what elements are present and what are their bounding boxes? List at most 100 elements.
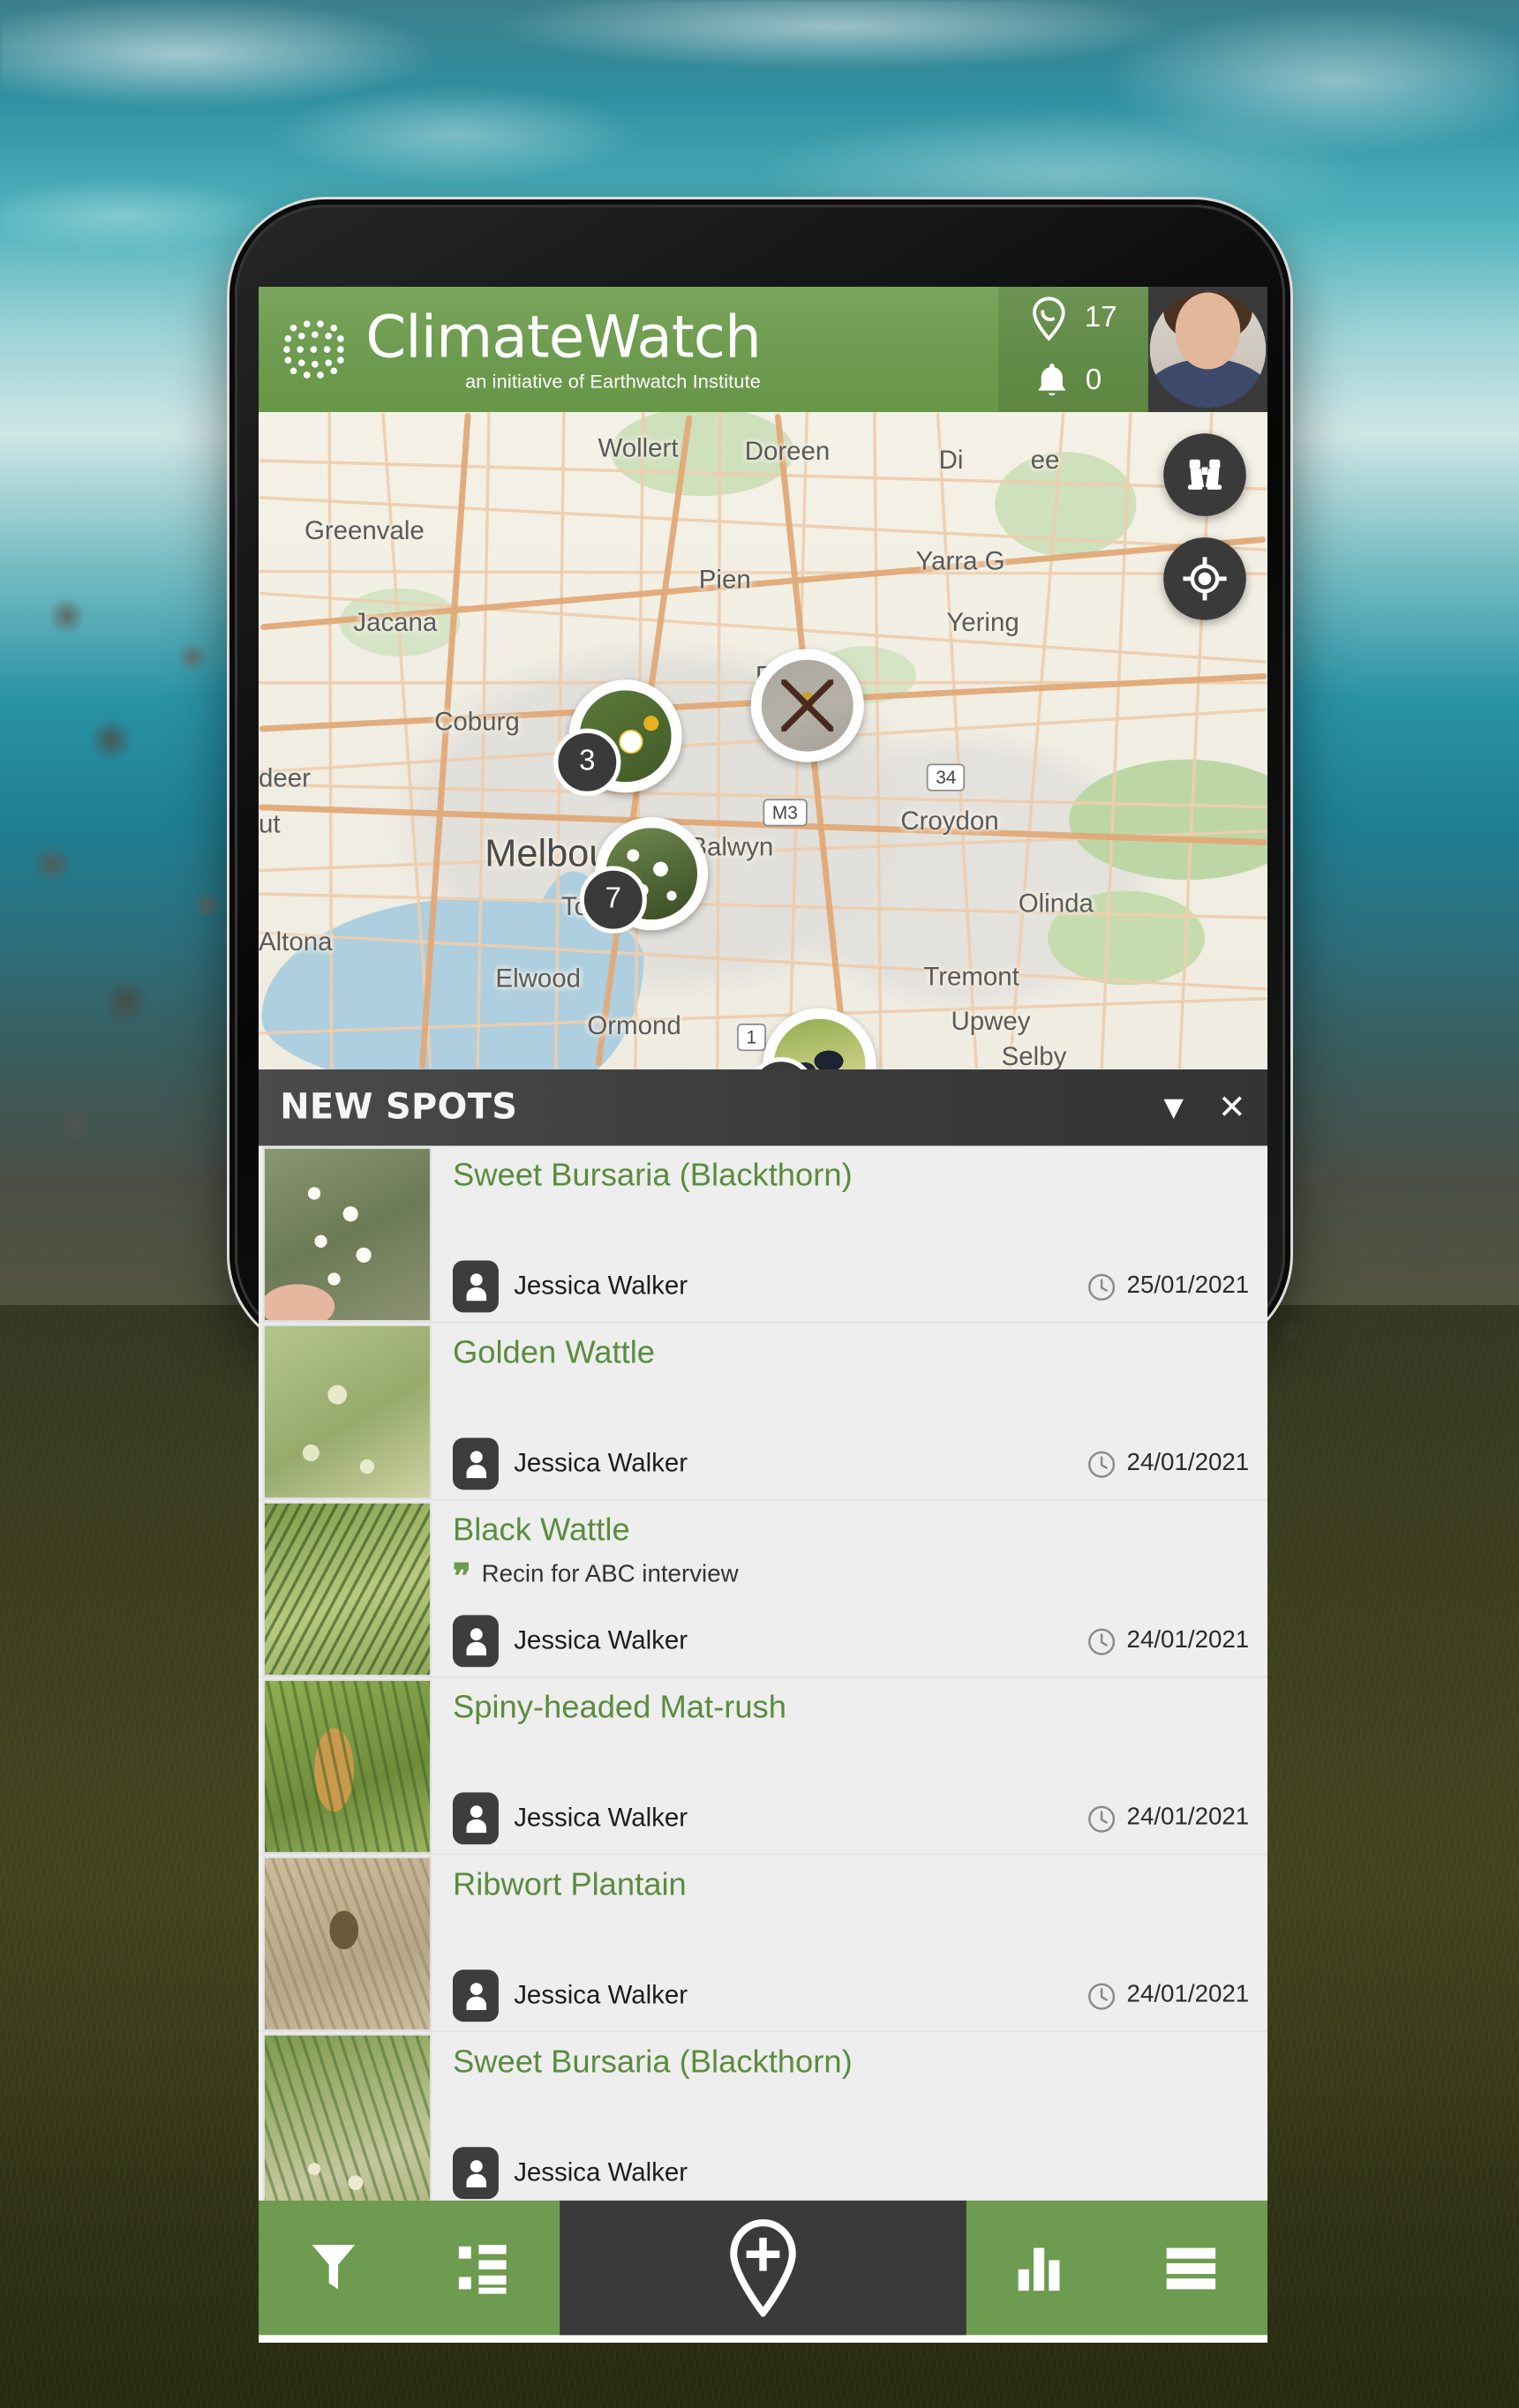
spot-note-text: Recin for ABC interview bbox=[482, 1562, 739, 1589]
spot-footer: Jessica Walker 25/01/2021 bbox=[453, 1261, 1249, 1313]
spot-count: 17 bbox=[1085, 301, 1117, 334]
brand-title: ClimateWatch bbox=[365, 308, 761, 366]
list-view-icon[interactable] bbox=[455, 2239, 513, 2297]
map-label: Elwood bbox=[495, 964, 581, 994]
map-label: Doreen bbox=[745, 437, 831, 468]
spot-body: Black Wattle ❞ Recin for ABC interview Jess… bbox=[432, 1500, 1267, 1676]
spot-body: Sweet Bursaria (Blackthorn) Jessica Walke… bbox=[432, 2032, 1267, 2201]
list-item[interactable]: Sweet Bursaria (Blackthorn) Jessica Walke… bbox=[259, 1146, 1267, 1324]
spot-date-wrap: 25/01/2021 bbox=[1087, 1272, 1250, 1301]
map-marker-spider[interactable] bbox=[751, 649, 864, 762]
chevron-down-icon[interactable]: ▼ bbox=[1157, 1091, 1191, 1124]
spot-date-wrap: 24/01/2021 bbox=[1087, 1804, 1250, 1833]
map-marker-cluster-4[interactable]: 4 bbox=[763, 1009, 876, 1069]
close-icon[interactable]: ✕ bbox=[1218, 1091, 1246, 1124]
new-spots-panel-header: NEW SPOTS ▼ ✕ bbox=[259, 1069, 1267, 1146]
clock-icon bbox=[1087, 1272, 1117, 1301]
person-icon bbox=[453, 2147, 499, 2199]
list-item[interactable]: Sweet Bursaria (Blackthorn) Jessica Walke… bbox=[259, 2032, 1267, 2201]
spot-date-wrap: 24/01/2021 bbox=[1087, 1626, 1250, 1655]
spot-body: Sweet Bursaria (Blackthorn) Jessica Walke… bbox=[432, 1146, 1267, 1322]
add-spot-pin-icon[interactable] bbox=[560, 2201, 966, 2335]
binoculars-icon[interactable] bbox=[1163, 433, 1246, 516]
notification-counter[interactable]: 0 bbox=[998, 349, 1148, 412]
spot-date: 25/01/2021 bbox=[1127, 1272, 1250, 1300]
map-label: Selby bbox=[1002, 1042, 1067, 1069]
clock-icon bbox=[1087, 1449, 1117, 1478]
locate-crosshair-icon[interactable] bbox=[1163, 537, 1246, 620]
marker-count-badge: 7 bbox=[580, 866, 647, 934]
map-label: Di bbox=[939, 446, 964, 476]
map-label: Yarra G bbox=[916, 546, 1005, 577]
hamburger-menu-icon[interactable] bbox=[1160, 2239, 1221, 2297]
globe-logo-icon bbox=[280, 316, 347, 383]
map-label: Yering bbox=[946, 608, 1019, 639]
person-icon bbox=[453, 1792, 499, 1844]
spot-title: Black Wattle bbox=[453, 1512, 1249, 1548]
list-item[interactable]: Ribwort Plantain Jessica Walker 24/01/2021 bbox=[259, 1855, 1267, 2032]
clock-icon bbox=[1087, 1804, 1117, 1833]
spot-footer: Jessica Walker 24/01/2021 bbox=[453, 1437, 1249, 1489]
map-label: ee bbox=[1031, 446, 1060, 476]
spot-note: ❞ Recin for ABC interview bbox=[453, 1562, 1249, 1589]
new-spots-list[interactable]: Sweet Bursaria (Blackthorn) Jessica Walke… bbox=[259, 1146, 1267, 2201]
header-counters: 17 0 bbox=[998, 287, 1148, 412]
spot-title: Sweet Bursaria (Blackthorn) bbox=[453, 2044, 1249, 2080]
spot-user: Jessica Walker bbox=[514, 2157, 688, 2188]
list-item[interactable]: Golden Wattle Jessica Walker 24/01/2021 bbox=[259, 1324, 1267, 1501]
spot-body: Ribwort Plantain Jessica Walker 24/01/2021 bbox=[432, 1855, 1267, 2030]
location-pin-icon bbox=[1030, 296, 1070, 341]
spot-footer: Jessica Walker 24/01/2021 bbox=[453, 1969, 1249, 2022]
map-label: Altona bbox=[259, 927, 332, 958]
notification-count: 0 bbox=[1086, 364, 1113, 397]
app-header: ClimateWatch an initiative of Earthwatch… bbox=[259, 287, 1267, 412]
marker-count-badge: 3 bbox=[553, 729, 620, 796]
person-icon bbox=[453, 1261, 499, 1313]
app-logo[interactable]: ClimateWatch an initiative of Earthwatch… bbox=[259, 308, 998, 391]
spot-user: Jessica Walker bbox=[514, 1980, 688, 2011]
spot-counter[interactable]: 17 bbox=[998, 287, 1148, 349]
spot-date: 24/01/2021 bbox=[1127, 1450, 1250, 1477]
avatar[interactable] bbox=[1148, 287, 1267, 412]
map-label: Upwey bbox=[951, 1007, 1031, 1038]
map-label: Jacana bbox=[353, 608, 437, 639]
list-item[interactable]: Spiny-headed Mat-rush Jessica Walker 24/01… bbox=[259, 1677, 1267, 1855]
map-route-shield: 1 bbox=[737, 1024, 765, 1051]
list-item[interactable]: Black Wattle ❞ Recin for ABC interview Jess… bbox=[259, 1500, 1267, 1677]
spot-date: 24/01/2021 bbox=[1127, 1982, 1250, 2009]
spot-title: Ribwort Plantain bbox=[453, 1867, 1249, 1902]
map-label: Wollert bbox=[598, 433, 678, 464]
map-label: Croydon bbox=[900, 806, 998, 837]
spot-thumbnail bbox=[263, 1857, 431, 2030]
nav-left-segment bbox=[259, 2201, 560, 2335]
clock-icon bbox=[1087, 1981, 1117, 2010]
spot-date: 24/01/2021 bbox=[1127, 1804, 1250, 1832]
panel-title: NEW SPOTS bbox=[280, 1088, 1130, 1128]
marker-thumbnail bbox=[762, 660, 853, 752]
clock-icon bbox=[1087, 1626, 1117, 1655]
bottom-nav bbox=[259, 2201, 1267, 2335]
spot-title: Golden Wattle bbox=[453, 1335, 1249, 1370]
map-route-shield: 34 bbox=[927, 763, 966, 791]
map-label: Ormond bbox=[587, 1011, 681, 1042]
bar-chart-icon[interactable] bbox=[1012, 2239, 1067, 2297]
map-marker-cluster-3[interactable]: 3 bbox=[569, 679, 682, 792]
filter-funnel-icon[interactable] bbox=[305, 2239, 360, 2297]
person-icon bbox=[453, 1615, 499, 1667]
map-label: Greenvale bbox=[305, 516, 425, 547]
screen-wrap: ClimateWatch an initiative of Earthwatch… bbox=[259, 287, 1267, 2343]
spot-body: Golden Wattle Jessica Walker 24/01/2021 bbox=[432, 1324, 1267, 1499]
spot-user: Jessica Walker bbox=[514, 1803, 688, 1834]
map-marker-cluster-7[interactable]: 7 bbox=[595, 817, 708, 930]
spot-thumbnail bbox=[263, 2034, 431, 2201]
map-view[interactable]: Wollert Doreen Di ee Greenvale Jacana Pien Yarr… bbox=[259, 412, 1267, 1069]
map-label: ut bbox=[259, 809, 281, 840]
spot-thumbnail bbox=[263, 1679, 431, 1853]
map-route-shield: M3 bbox=[763, 799, 808, 826]
spot-body: Spiny-headed Mat-rush Jessica Walker 24/01… bbox=[432, 1677, 1267, 1853]
spot-user: Jessica Walker bbox=[514, 1272, 688, 1302]
quote-icon: ❞ bbox=[453, 1565, 471, 1586]
spot-date-wrap: 24/01/2021 bbox=[1087, 1449, 1250, 1478]
brand-subtitle: an initiative of Earthwatch Institute bbox=[365, 372, 761, 392]
person-icon bbox=[453, 1437, 499, 1489]
